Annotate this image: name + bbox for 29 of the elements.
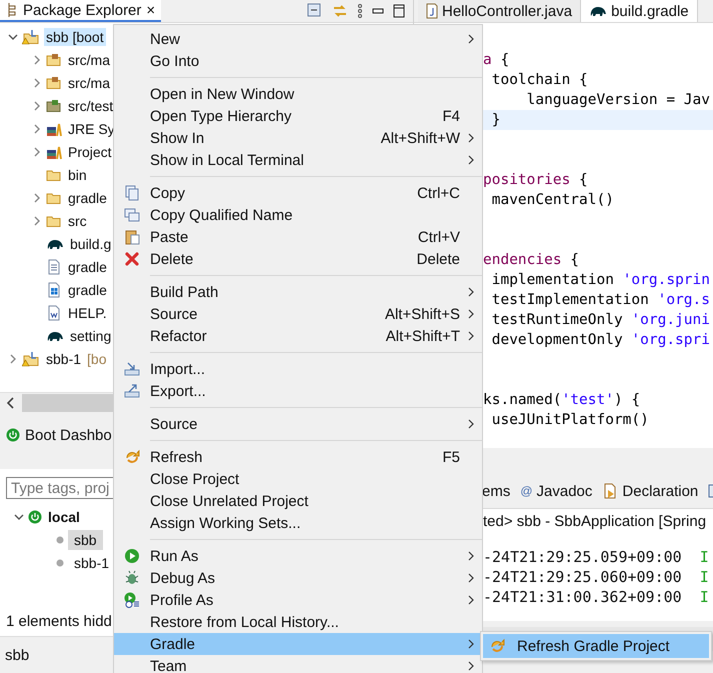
log-line: -24T21:31:00.362+09:00 I — [482, 587, 710, 607]
code-line: endencies { — [483, 251, 580, 270]
code-line: mavenCentral() — [490, 191, 615, 210]
tree-item-decoration: [bo — [87, 350, 106, 366]
status-text: sbb — [5, 646, 30, 664]
shortcut-text: F5 — [441, 448, 460, 466]
shortcut-text: Alt+Shift+T — [384, 328, 460, 344]
code-line: useJUnitPlatform() — [490, 411, 650, 430]
shortcut-text: F4 — [441, 108, 460, 124]
tab-label: Boot Dashbo — [25, 426, 112, 444]
hidden-elements-message: 1 elements hidd — [6, 613, 112, 630]
tab-label: Package Explorer — [23, 2, 142, 18]
log-line: -24T21:29:25.060+09:00 I — [482, 567, 710, 587]
code-line: a { — [483, 51, 510, 70]
shortcut-text: Ctrl+V — [416, 228, 460, 246]
shortcut-text: Ctrl+C — [416, 184, 460, 202]
code-line: toolchain { — [490, 71, 589, 90]
code-line: implementation 'org.sprin — [490, 271, 711, 290]
shortcut-text: Alt+Shift+W — [380, 130, 460, 146]
code-line: ks.named('test') { — [483, 391, 642, 410]
code-line: positories { — [483, 171, 589, 190]
code-line: languageVersion = Jav — [526, 91, 711, 110]
code-line: testRuntimeOnly 'org.juni — [490, 311, 711, 330]
at-symbol: @ — [520, 484, 533, 498]
code-line: developmentOnly 'org.spri — [490, 331, 711, 350]
shortcut-text: Delete — [416, 250, 460, 268]
log-line: -24T21:29:25.059+09:00 I — [482, 547, 710, 567]
code-line: testImplementation 'org.s — [490, 291, 711, 310]
shortcut-text: Alt+Shift+S — [384, 306, 460, 322]
